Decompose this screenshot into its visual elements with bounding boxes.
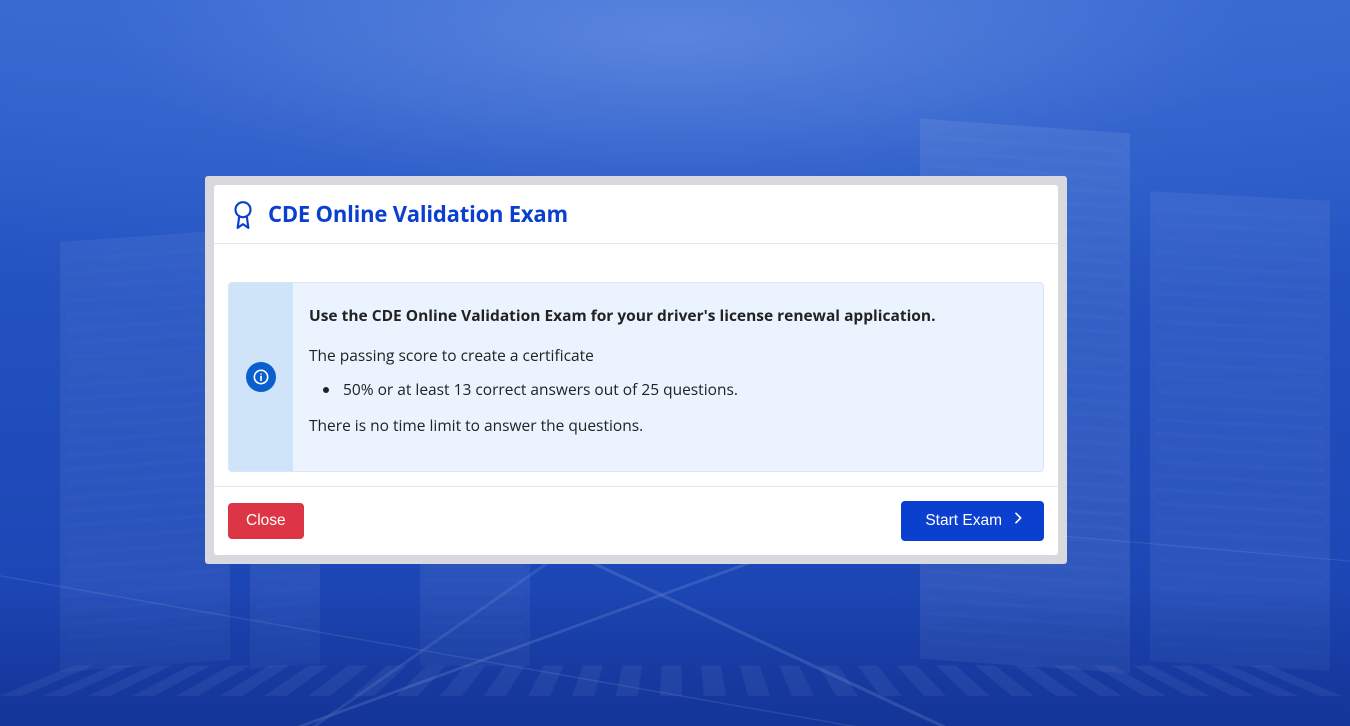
background-ground [0,586,1350,726]
info-box: Use the CDE Online Validation Exam for y… [228,282,1044,472]
info-passing-intro: The passing score to create a certificat… [309,343,936,367]
start-exam-button-label: Start Exam [925,512,1002,531]
modal-title: CDE Online Validation Exam [268,199,568,229]
exam-modal: CDE Online Validation Exam Use the CDE O… [214,185,1058,555]
info-icon [246,362,276,392]
info-lead-text: Use the CDE Online Validation Exam for y… [309,303,936,327]
award-ribbon-icon [230,199,256,229]
close-button[interactable]: Close [228,503,304,540]
background-crosswalk [0,665,1350,696]
info-box-stripe [229,283,293,471]
modal-backdrop-frame: CDE Online Validation Exam Use the CDE O… [205,176,1067,564]
info-box-content: Use the CDE Online Validation Exam for y… [293,283,954,471]
start-exam-button[interactable]: Start Exam [901,501,1044,541]
chevron-right-icon [1008,510,1026,532]
info-passing-rule: 50% or at least 13 correct answers out o… [341,377,936,401]
close-button-label: Close [246,512,286,531]
modal-footer: Close Start Exam [214,486,1058,555]
modal-header: CDE Online Validation Exam [214,185,1058,244]
modal-body: Use the CDE Online Validation Exam for y… [214,244,1058,486]
info-time-limit: There is no time limit to answer the que… [309,413,936,437]
info-passing-list: 50% or at least 13 correct answers out o… [341,377,936,401]
